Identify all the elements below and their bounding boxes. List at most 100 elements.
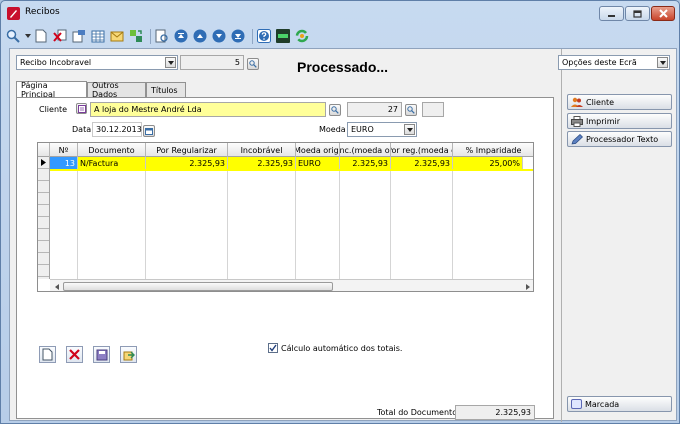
column-header[interactable]: Nº [50,143,78,157]
printer-icon [571,115,583,127]
table-row[interactable]: 13 N/Factura 2.325,93 2.325,93 EURO 2.32… [50,157,523,169]
cell-inc-moeda[interactable]: 2.325,93 [340,157,391,169]
horizontal-scrollbar[interactable] [50,279,533,291]
online-button[interactable] [275,28,291,44]
table-button[interactable] [90,28,106,44]
minimize-button[interactable] [599,6,624,21]
column-header[interactable]: Por reg.(moeda o [391,143,453,157]
cell-documento[interactable]: N/Factura [78,157,146,169]
content-panel: Recibo Incobravel 5 Processado... Página… [9,48,677,422]
screen-options-dropdown-button[interactable] [657,57,668,68]
row-indicator[interactable] [38,217,49,229]
row-indicator[interactable] [38,193,49,205]
sync-button[interactable] [294,28,310,44]
close-icon [658,9,668,18]
tab-titulos[interactable]: Títulos [146,82,186,97]
lookup-icon [249,60,257,68]
processador-texto-button[interactable]: Processador Texto [567,131,672,147]
new-document-icon [35,29,47,43]
tab-outros-dados[interactable]: Outros Dados [87,81,146,99]
total-value: 2.325,93 [495,408,531,417]
chevron-down-icon [406,127,413,132]
mail-button[interactable] [109,28,125,44]
chevron-down-icon [167,60,174,65]
cliente-button[interactable]: Cliente [567,94,672,110]
column-header[interactable]: Documento [78,143,146,157]
row-indicator[interactable] [38,181,49,193]
cell-incobravel[interactable]: 2.325,93 [228,157,296,169]
row-indicator[interactable] [38,229,49,241]
export-row-button[interactable] [120,346,137,363]
moeda-dropdown-button[interactable] [404,124,415,135]
doc-type-select[interactable]: Recibo Incobravel [16,55,178,70]
row-indicator[interactable] [38,241,49,253]
column-header[interactable]: Moeda origi [296,143,340,157]
tab-pagina-principal[interactable]: Página Principal [16,80,87,99]
nav-next-button[interactable] [211,28,227,44]
cliente-code-lookup-button[interactable] [405,104,417,116]
nav-next-icon [212,29,226,43]
nav-first-button[interactable] [173,28,189,44]
nav-last-button[interactable] [230,28,246,44]
row-indicator[interactable] [38,253,49,265]
marcada-button[interactable]: Marcada [567,396,672,412]
auto-calc-checkbox[interactable] [268,343,278,353]
calendar-button[interactable] [143,125,155,137]
cell-numero[interactable]: 13 [50,157,78,169]
cell-imparidade[interactable]: 25,00% [453,157,523,169]
new-document-icon [42,348,53,361]
cliente-card-button[interactable] [76,103,87,114]
add-row-button[interactable] [39,346,56,363]
delete-button[interactable] [52,28,68,44]
cliente-name-value: A loja do Mestre André Lda [94,105,202,114]
doc-number-lookup-button[interactable] [247,58,259,70]
tab-label: Página Principal [21,80,56,99]
column-header[interactable]: Incobrável [228,143,296,157]
data-field[interactable]: 30.12.2013 [92,122,142,137]
scroll-right-button[interactable] [522,281,533,291]
refresh-icon [130,30,142,42]
delete-row-button[interactable] [66,346,83,363]
new-document-button[interactable] [33,28,49,44]
search-button[interactable] [5,28,21,44]
cliente-code-field[interactable]: 27 [347,102,402,117]
edit-button[interactable] [71,28,87,44]
column-header[interactable]: % Imparidade [453,143,533,157]
imprimir-button[interactable]: Imprimir [567,113,672,129]
help-button[interactable] [256,28,272,44]
row-highlight [50,169,533,171]
cliente-extra-field[interactable] [422,102,444,117]
cell-por-regularizar[interactable]: 2.325,93 [146,157,228,169]
row-indicator[interactable] [38,157,49,169]
nav-previous-button[interactable] [192,28,208,44]
maximize-icon [633,9,642,18]
moeda-select[interactable]: EURO [347,122,417,137]
grid-corner [38,143,50,157]
row-indicator[interactable] [38,265,49,277]
doc-number-field[interactable]: 5 [180,55,244,70]
grid-line [227,157,228,279]
search-dropdown[interactable] [24,28,31,44]
preview-button[interactable] [154,28,170,44]
scroll-thumb[interactable] [63,282,333,291]
maximize-button[interactable] [625,6,650,21]
nav-first-icon [174,29,188,43]
moeda-label: Moeda [319,125,346,134]
side-panel-divider [561,49,562,422]
save-row-button[interactable] [93,346,110,363]
refresh-button[interactable] [128,28,144,44]
cliente-name-field[interactable]: A loja do Mestre André Lda [90,102,326,117]
row-indicator[interactable] [38,169,49,181]
scroll-left-button[interactable] [51,281,62,291]
column-header[interactable]: Por Regularizar [146,143,228,157]
cliente-lookup-button[interactable] [329,104,341,116]
row-indicator[interactable] [38,205,49,217]
pencil-icon [571,133,583,144]
column-header[interactable]: Inc.(moeda or [340,143,391,157]
bookmark-icon [571,399,582,409]
cell-moeda[interactable]: EURO [296,157,340,169]
screen-options-select[interactable]: Opções deste Ecrã [558,55,670,70]
close-button[interactable] [651,6,675,21]
doc-type-dropdown-button[interactable] [165,57,176,68]
cell-por-reg-moeda[interactable]: 2.325,93 [391,157,453,169]
